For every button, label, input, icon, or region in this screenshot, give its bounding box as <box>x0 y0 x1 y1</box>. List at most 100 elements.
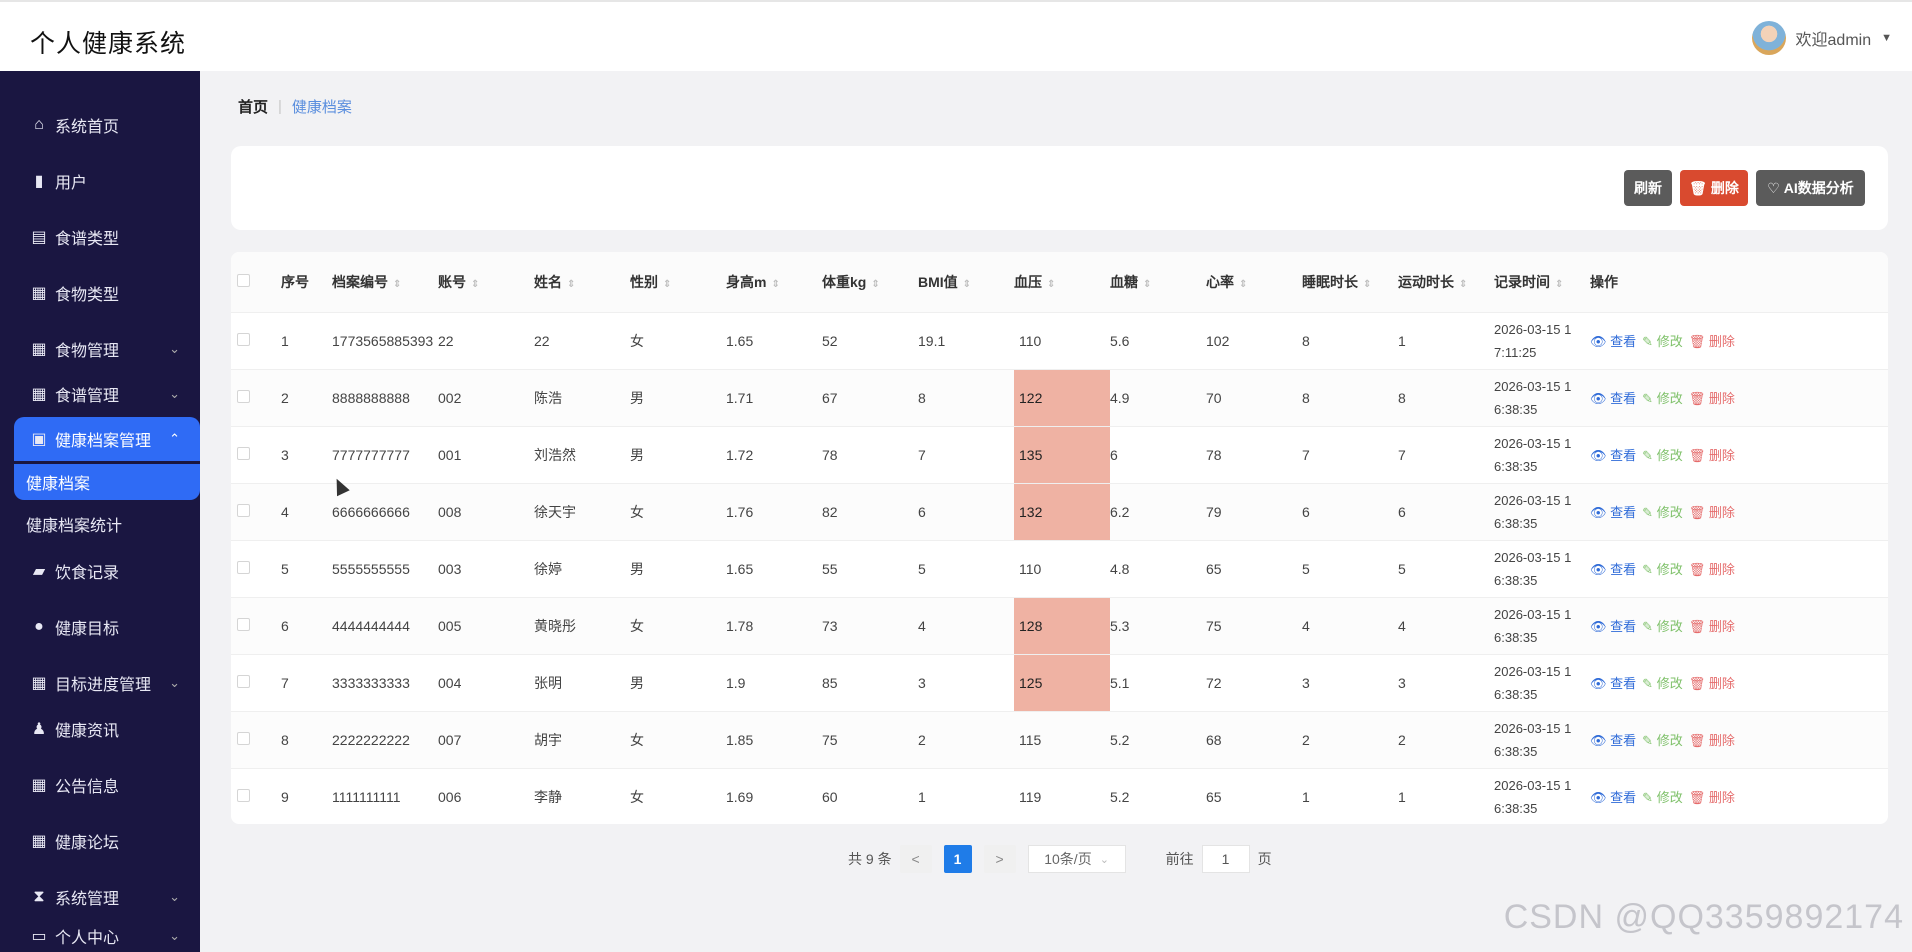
ai-analysis-button[interactable]: ♡ AI数据分析 <box>1756 170 1865 206</box>
row-checkbox[interactable] <box>231 312 281 369</box>
cell-sugar: 5.6 <box>1110 332 1130 349</box>
sidebar-subitem-health-records[interactable]: 健康档案 <box>14 464 200 500</box>
row-checkbox[interactable] <box>231 426 281 483</box>
pencil-icon: ✎ <box>1642 733 1654 748</box>
sidebar-item-health-goals[interactable]: ● 健康目标 <box>0 605 200 649</box>
cell-sleep: 2 <box>1302 731 1310 748</box>
cell-name: 22 <box>534 332 550 349</box>
row-delete-button[interactable]: 🗑 删除 <box>1689 559 1735 578</box>
cell-exercise: 5 <box>1398 560 1406 577</box>
cell-name: 徐婷 <box>534 560 562 577</box>
cell-gender: 女 <box>630 617 644 634</box>
edit-button[interactable]: ✎ 修改 <box>1642 331 1683 350</box>
view-button[interactable]: 👁 查看 <box>1590 616 1636 635</box>
col-height[interactable]: 身高m ⇕ <box>726 252 822 312</box>
row-checkbox[interactable] <box>231 483 281 540</box>
sidebar-item-users[interactable]: ▮ 用户 <box>0 159 200 203</box>
edit-button[interactable]: ✎ 修改 <box>1642 559 1683 578</box>
row-checkbox[interactable] <box>231 711 281 768</box>
bulb-icon: ● <box>34 618 44 635</box>
col-code[interactable]: 档案编号 ⇕ <box>332 252 438 312</box>
prev-page-button[interactable]: < <box>899 845 932 873</box>
sidebar-item-food-types[interactable]: ▦ 食物类型 <box>0 271 200 315</box>
table-row: 3 7777777777 001 刘浩然 男 1.72 78 7 135 6 78 7 7 2026-03… <box>231 426 1888 483</box>
edit-button[interactable]: ✎ 修改 <box>1642 787 1683 806</box>
view-button[interactable]: 👁 查看 <box>1590 445 1636 464</box>
sidebar-item-personal-center[interactable]: ▭ 个人中心 ⌄ <box>0 920 200 952</box>
cell-time: 2026-03-15 1 6:38:35 <box>1494 435 1572 474</box>
edit-button[interactable]: ✎ 修改 <box>1642 445 1683 464</box>
row-delete-button[interactable]: 🗑 删除 <box>1689 616 1735 635</box>
select-all-checkbox[interactable] <box>231 252 281 312</box>
col-account[interactable]: 账号 ⇕ <box>438 252 534 312</box>
goto-page-input[interactable] <box>1201 845 1250 873</box>
row-checkbox[interactable] <box>231 597 281 654</box>
row-delete-button[interactable]: 🗑 删除 <box>1689 388 1735 407</box>
col-weight[interactable]: 体重kg ⇕ <box>822 252 918 312</box>
col-gender[interactable]: 性别 ⇕ <box>630 252 726 312</box>
col-sugar[interactable]: 血糖 ⇕ <box>1110 252 1206 312</box>
cell-account: 005 <box>438 617 462 634</box>
row-checkbox[interactable] <box>231 540 281 597</box>
row-delete-button[interactable]: 🗑 删除 <box>1689 730 1735 749</box>
cell-height: 1.76 <box>726 503 754 520</box>
cell-actions: 👁 查看 ✎ 修改 🗑 删除 <box>1590 426 1888 483</box>
edit-button[interactable]: ✎ 修改 <box>1642 616 1683 635</box>
view-button[interactable]: 👁 查看 <box>1590 730 1636 749</box>
edit-button[interactable]: ✎ 修改 <box>1642 730 1683 749</box>
cell-code: 1111111111 <box>332 788 401 805</box>
sidebar-item-food-management[interactable]: ▦ 食物管理 ⌄ <box>0 327 200 371</box>
cell-name: 胡宇 <box>534 731 562 748</box>
view-button[interactable]: 👁 查看 <box>1590 388 1636 407</box>
row-checkbox[interactable] <box>231 768 281 824</box>
welcome-text[interactable]: 欢迎admin <box>1796 26 1872 50</box>
caret-down-icon[interactable]: ▼ <box>1881 32 1892 44</box>
col-sleep[interactable]: 睡眠时长 ⇕ <box>1302 252 1398 312</box>
cell-code: 4444444444 <box>332 617 410 634</box>
sidebar-item-goal-progress[interactable]: ▦ 目标进度管理 ⌄ <box>0 661 200 705</box>
page-number-current[interactable]: 1 <box>943 845 972 873</box>
view-button[interactable]: 👁 查看 <box>1590 559 1636 578</box>
col-exercise[interactable]: 运动时长 ⇕ <box>1398 252 1494 312</box>
user-menu[interactable]: 欢迎admin ▼ <box>1751 20 1892 56</box>
col-bp[interactable]: 血压 ⇕ <box>1014 252 1110 312</box>
sidebar-item-recipe-types[interactable]: ▤ 食谱类型 <box>0 215 200 259</box>
next-page-button[interactable]: > <box>983 845 1016 873</box>
view-button[interactable]: 👁 查看 <box>1590 502 1636 521</box>
row-delete-button[interactable]: 🗑 删除 <box>1689 787 1735 806</box>
row-delete-button[interactable]: 🗑 删除 <box>1689 502 1735 521</box>
view-button[interactable]: 👁 查看 <box>1590 673 1636 692</box>
edit-button[interactable]: ✎ 修改 <box>1642 673 1683 692</box>
edit-button[interactable]: ✎ 修改 <box>1642 502 1683 521</box>
row-checkbox[interactable] <box>231 369 281 426</box>
cell-actions: 👁 查看 ✎ 修改 🗑 删除 <box>1590 768 1888 824</box>
row-delete-button[interactable]: 🗑 删除 <box>1689 445 1735 464</box>
sidebar-item-recipe-management[interactable]: ▦ 食谱管理 ⌄ <box>0 372 200 416</box>
sidebar-item-announcements[interactable]: ▦ 公告信息 <box>0 763 200 807</box>
cell-time: 2026-03-15 1 6:38:35 <box>1494 663 1572 702</box>
sidebar-item-home[interactable]: ⌂ 系统首页 <box>0 103 200 147</box>
col-bmi[interactable]: BMI值 ⇕ <box>918 252 1014 312</box>
col-time[interactable]: 记录时间 ⇕ <box>1494 252 1590 312</box>
sort-icon: ⇕ <box>771 278 780 290</box>
sidebar-item-diet-records[interactable]: ▰ 饮食记录 <box>0 549 200 593</box>
avatar[interactable] <box>1751 21 1786 55</box>
row-delete-button[interactable]: 🗑 删除 <box>1689 331 1735 350</box>
breadcrumb-home[interactable]: 首页 <box>238 96 268 117</box>
view-button[interactable]: 👁 查看 <box>1590 787 1636 806</box>
edit-button[interactable]: ✎ 修改 <box>1642 388 1683 407</box>
sidebar-item-health-forum[interactable]: ▦ 健康论坛 <box>0 819 200 863</box>
row-checkbox[interactable] <box>231 654 281 711</box>
delete-button[interactable]: 🗑 删除 <box>1680 170 1748 206</box>
page-size-select[interactable]: 10条/页 ⌄ <box>1027 845 1126 873</box>
col-name[interactable]: 姓名 ⇕ <box>534 252 630 312</box>
sidebar-item-health-news[interactable]: ♟ 健康资讯 <box>0 707 200 751</box>
refresh-button[interactable]: 刷新 <box>1624 170 1672 206</box>
col-hr[interactable]: 心率 ⇕ <box>1206 252 1302 312</box>
row-delete-button[interactable]: 🗑 删除 <box>1689 673 1735 692</box>
view-button[interactable]: 👁 查看 <box>1590 331 1636 350</box>
sidebar-subitem-health-stats[interactable]: 健康档案统计 <box>0 506 186 542</box>
sidebar-item-system-management[interactable]: ⧗ 系统管理 ⌄ <box>0 875 200 919</box>
trash-icon: 🗑 <box>1688 391 1706 406</box>
sidebar-item-health-records-management[interactable]: ▣ 健康档案管理 ⌃ <box>14 417 200 461</box>
